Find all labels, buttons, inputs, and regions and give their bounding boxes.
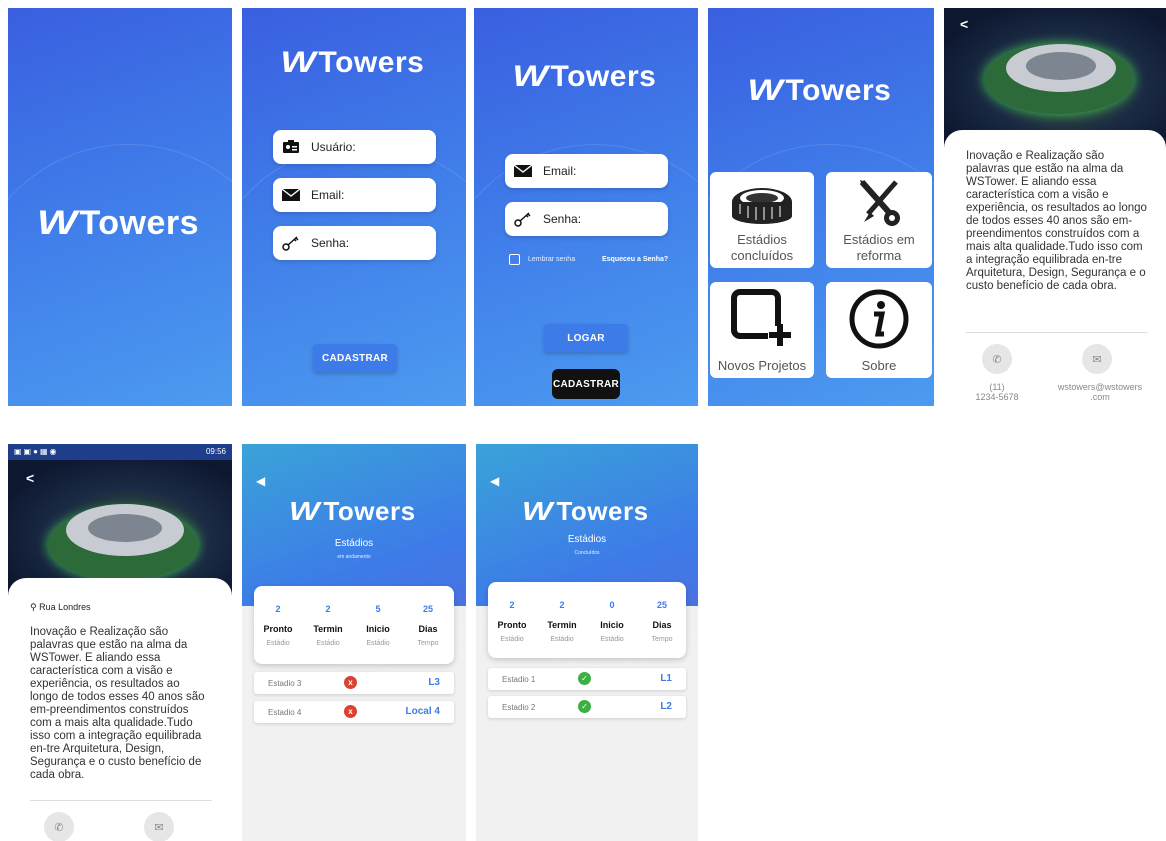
forgot-password-link[interactable]: Esqueceu a Senha? xyxy=(602,256,668,263)
app-logo: WTowers xyxy=(747,74,892,107)
location-row: ⚲ Rua Londres xyxy=(30,602,91,613)
app-logo: WTowers xyxy=(512,60,657,93)
email-button[interactable]: ✉ xyxy=(1082,344,1112,374)
list-item[interactable]: Estadio 3 x L3 xyxy=(254,672,454,694)
info-icon xyxy=(848,288,910,354)
password-label: Senha: xyxy=(543,212,582,226)
divider xyxy=(30,800,212,801)
detail-card: ⚲ Rua Londres Inovação e Realização são … xyxy=(8,578,232,841)
check-icon: ✓ xyxy=(578,672,591,685)
stat-ready: 2 Pronto Estádio xyxy=(263,604,293,647)
key-icon xyxy=(281,236,301,251)
tile-stadiums-renovation[interactable]: Estádios em reforma xyxy=(826,172,932,268)
screen-title: Estádios xyxy=(567,534,607,545)
stat-started: 0 Inicio Estádio xyxy=(600,600,624,643)
envelope-icon xyxy=(513,164,533,178)
register-button[interactable]: CADASTRAR xyxy=(552,369,620,399)
list-item[interactable]: Estadio 2 ✓ L2 xyxy=(488,696,686,718)
add-project-icon xyxy=(730,288,794,354)
phone-icon: ✆ xyxy=(54,821,64,834)
stadium-photo xyxy=(944,8,1166,148)
stat-finished: 2 Termin Estádio xyxy=(547,600,577,643)
stadiums-done-screen: ◀ W Towers Estádios Concluídos 2 Pronto Est… xyxy=(476,444,698,841)
detail-text: Inovação e Realização são palavras que e… xyxy=(30,626,205,781)
stat-started: 5 Inicio Estádio xyxy=(366,604,390,647)
location-label: Rua Londres xyxy=(39,602,91,612)
app-logo: WTowers xyxy=(36,204,200,242)
stat-days: 25 Dias Tempo xyxy=(417,604,439,647)
app-logo: WTowers xyxy=(522,496,649,526)
error-icon: x xyxy=(344,676,357,689)
email-label: Email: xyxy=(543,164,577,178)
back-icon[interactable]: ◀ xyxy=(490,474,499,488)
phone-button[interactable]: ✆ xyxy=(44,812,74,841)
app-screens-collage: WTowers WTowers Usuário: Email: Senha: C… xyxy=(0,0,1166,841)
phone-icon: ✆ xyxy=(992,353,1002,366)
back-button[interactable]: < xyxy=(26,470,34,486)
email-label: Email: xyxy=(311,188,345,202)
stat-ready: 2 Pronto Estádio xyxy=(497,600,527,643)
key-icon xyxy=(513,212,533,227)
stadiums-in-progress-screen: ◀ W Towers Estádios em andamento 2 Pronto E… xyxy=(242,444,466,841)
mail-icon: ✉ xyxy=(154,821,164,834)
list-item[interactable]: Estadio 4 x Local 4 xyxy=(254,701,454,723)
phone-number[interactable]: (11) 1234-5678 xyxy=(962,382,1032,402)
phone-button[interactable]: ✆ xyxy=(982,344,1012,374)
mail-icon: ✉ xyxy=(1092,353,1102,366)
email-field[interactable]: Email: xyxy=(505,154,668,188)
login-screen: WTowers Email: Senha: Lembrar senha Esqu… xyxy=(474,8,698,406)
email-address[interactable]: wstowers@wstowers .com xyxy=(1048,382,1152,402)
password-label: Senha: xyxy=(311,236,350,250)
envelope-icon xyxy=(281,188,301,202)
stat-finished: 2 Termin Estádio xyxy=(313,604,343,647)
password-field[interactable]: Senha: xyxy=(505,202,668,236)
screen-title: Estádios xyxy=(334,538,374,549)
tile-about[interactable]: Sobre xyxy=(826,282,932,378)
about-screen: < Inovação e Realização são palavras que… xyxy=(944,8,1166,406)
screen-subtitle: Concluídos xyxy=(574,550,600,556)
remember-checkbox[interactable] xyxy=(509,254,520,265)
list-item[interactable]: Estadio 1 ✓ L1 xyxy=(488,668,686,690)
status-bar: ▣▣●▦◉ 09:56 xyxy=(8,444,232,460)
tools-icon xyxy=(856,178,904,232)
tile-stadiums-done[interactable]: Estádios concluídos xyxy=(710,172,814,268)
password-field[interactable]: Senha: xyxy=(273,226,436,260)
screen-subtitle: em andamento xyxy=(337,554,371,560)
error-icon: x xyxy=(344,705,357,718)
menu-screen: WTowers Estádios concluídos Estádios em re… xyxy=(708,8,934,406)
about-card: Inovação e Realização são palavras que e… xyxy=(944,130,1166,406)
stats-card: 2 Pronto Estádio 2 Termin Estádio 0 Inicio Est… xyxy=(488,582,686,658)
about-text: Inovação e Realização são palavras que e… xyxy=(966,150,1147,292)
back-button[interactable]: < xyxy=(960,16,968,32)
tile-new-projects[interactable]: Novos Projetos xyxy=(710,282,814,378)
app-logo: WTowers xyxy=(289,496,416,526)
stat-days: 25 Dias Tempo xyxy=(651,600,673,643)
stadium-icon xyxy=(730,180,794,230)
status-time: 09:56 xyxy=(205,447,226,456)
splash-screen: WTowers xyxy=(8,8,232,406)
username-label: Usuário: xyxy=(311,140,356,154)
id-card-icon xyxy=(281,140,301,154)
register-button[interactable]: CADASTRAR xyxy=(313,344,397,372)
email-field[interactable]: Email: xyxy=(273,178,436,212)
email-button[interactable]: ✉ xyxy=(144,812,174,841)
username-field[interactable]: Usuário: xyxy=(273,130,436,164)
location-pin-icon: ⚲ xyxy=(30,602,37,612)
check-icon: ✓ xyxy=(578,700,591,713)
divider xyxy=(966,332,1148,333)
remember-label: Lembrar senha xyxy=(528,256,576,263)
stadium-detail-screen: ▣▣●▦◉ 09:56 < ⚲ Rua Londres Inovação e R… xyxy=(8,444,232,841)
stats-card: 2 Pronto Estádio 2 Termin Estádio 5 Inicio Est… xyxy=(254,586,454,664)
app-logo: WTowers xyxy=(280,46,425,79)
back-icon[interactable]: ◀ xyxy=(256,474,265,488)
login-button[interactable]: LOGAR xyxy=(544,324,628,352)
register-screen: WTowers Usuário: Email: Senha: CADASTRAR xyxy=(242,8,466,406)
